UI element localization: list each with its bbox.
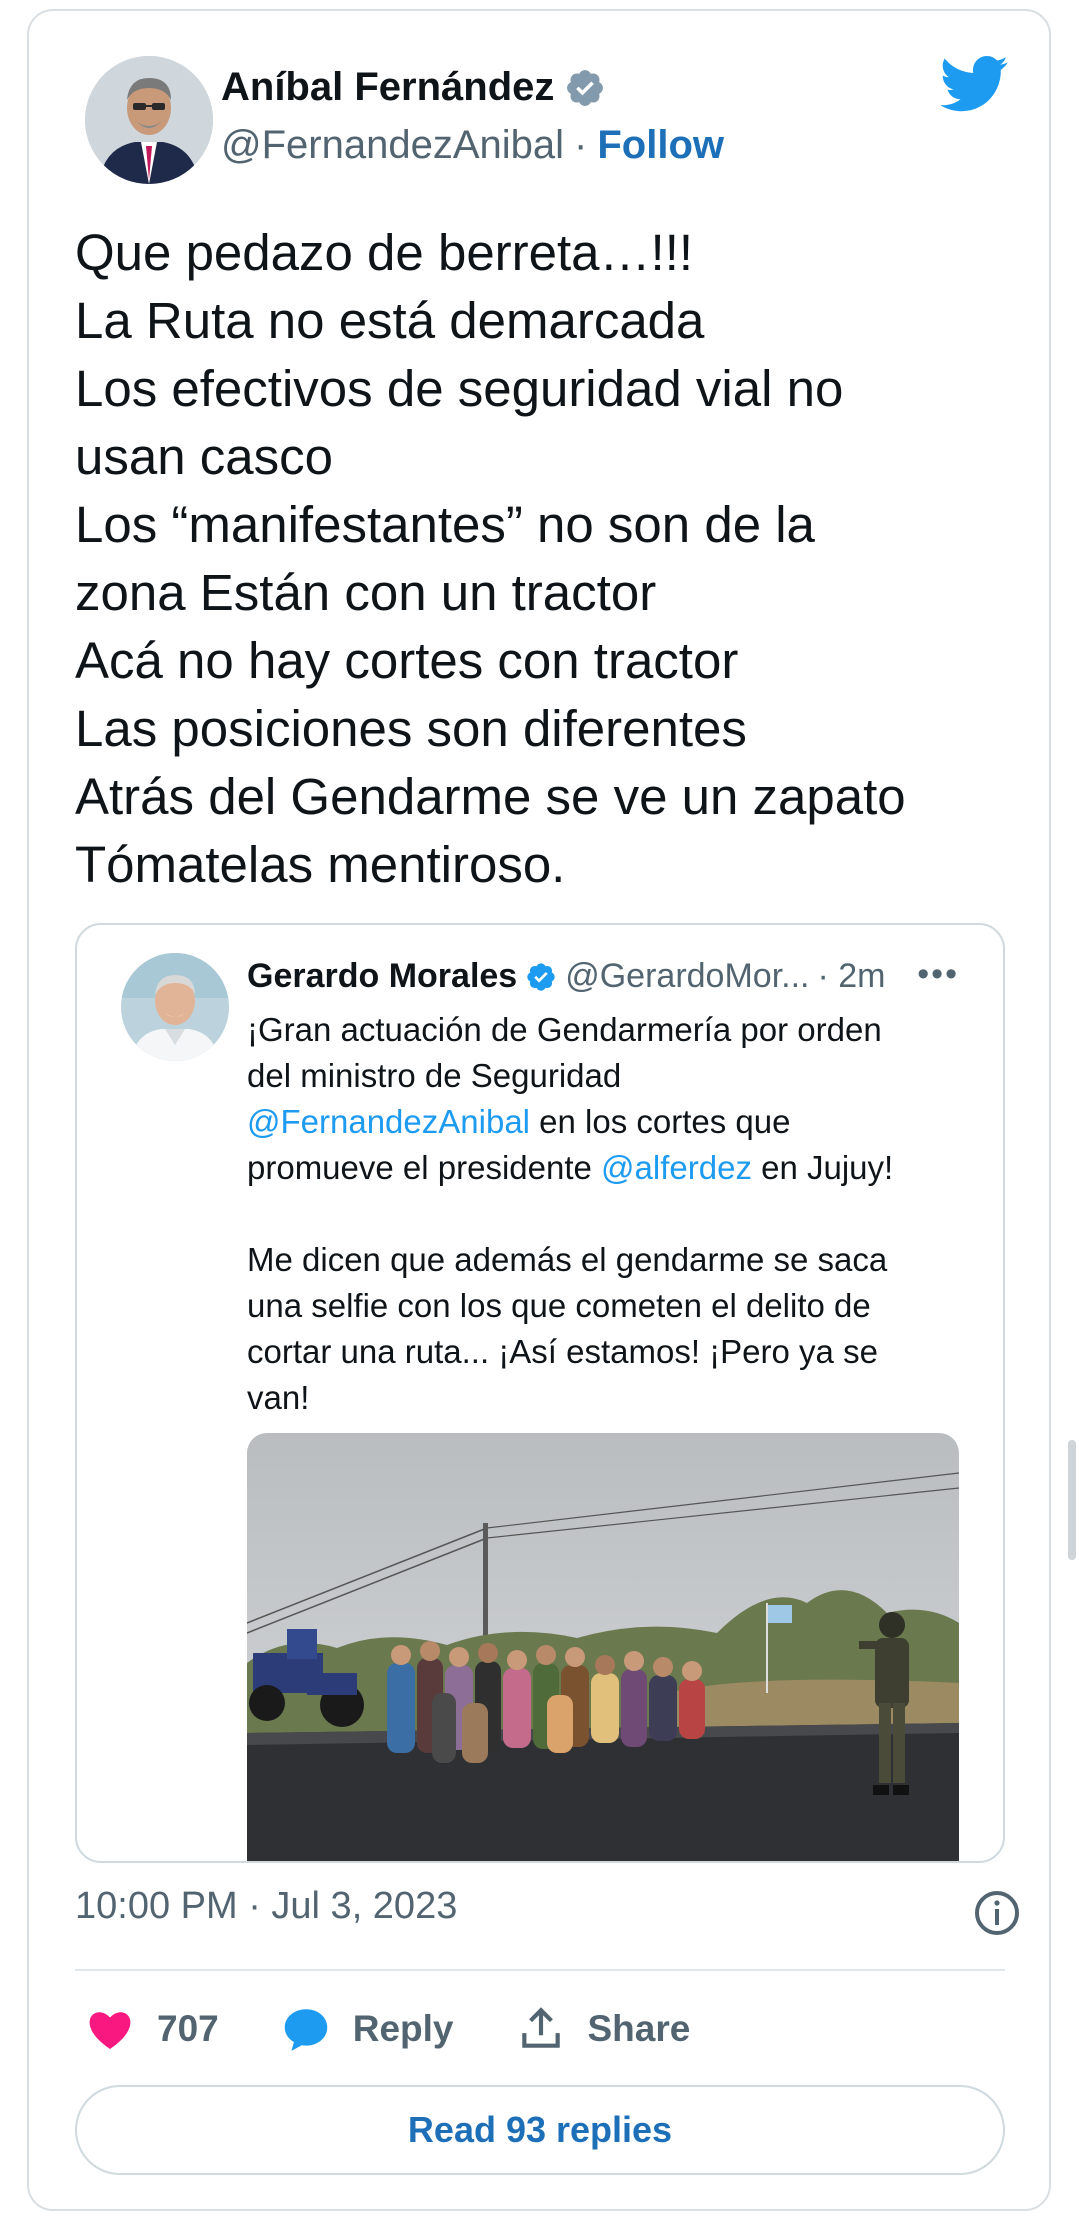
share-button[interactable]: Share (516, 2004, 691, 2054)
tweet-line: Los “manifestantes” no son de la (75, 496, 815, 553)
tweet-line: Acá no hay cortes con tractor (75, 632, 739, 689)
quoted-line: del ministro de Seguridad (247, 1057, 622, 1094)
quoted-line-text: promueve el presidente (247, 1149, 602, 1186)
quoted-text: ¡Gran actuación de Gendarmería por orden… (247, 1007, 967, 1421)
reply-button[interactable]: Reply (281, 2004, 454, 2054)
follow-button[interactable]: Follow (597, 123, 724, 168)
quoted-tweet[interactable]: Gerardo Morales @GerardoMor... · 2m ••• … (75, 923, 1005, 1863)
quoted-photo[interactable] (247, 1433, 959, 1861)
author-name-row[interactable]: Aníbal Fernández (221, 65, 606, 110)
author-name[interactable]: Aníbal Fernández (221, 65, 554, 110)
quoted-header: Gerardo Morales @GerardoMor... · 2m (247, 957, 885, 996)
heart-icon (89, 2012, 131, 2049)
tweet-text: Que pedazo de berreta…!!! La Ruta no est… (75, 219, 1035, 899)
like-count: 707 (157, 2008, 219, 2049)
quoted-line-text: en los cortes que (530, 1103, 791, 1140)
tweet-line: zona Están con un tractor (75, 564, 657, 621)
separator: · (574, 123, 588, 167)
quoted-line: cortar una ruta... ¡Así estamos! ¡Pero y… (247, 1333, 878, 1370)
tweet-timestamp[interactable]: 10:00 PM · Jul 3, 2023 (75, 1885, 457, 1928)
twitter-bird-icon[interactable] (941, 55, 1009, 113)
more-icon[interactable]: ••• (917, 955, 959, 994)
scrollbar-thumb[interactable] (1068, 1440, 1076, 1560)
tweet-line: Tómatelas mentiroso. (75, 836, 566, 893)
mention-link[interactable]: @FernandezAnibal (247, 1103, 530, 1140)
quoted-line-text: en Jujuy! (751, 1149, 894, 1186)
quoted-line: ¡Gran actuación de Gendarmería por orden (247, 1011, 882, 1048)
reply-bubble-icon (284, 2009, 327, 2051)
quoted-author-name[interactable]: Gerardo Morales (247, 957, 517, 996)
info-icon[interactable] (973, 1889, 1021, 1937)
author-avatar[interactable] (85, 56, 213, 184)
tweet-line: Los efectivos de seguridad vial no (75, 360, 844, 417)
quoted-time: · 2m (817, 957, 886, 995)
tweet-line: usan casco (75, 428, 333, 485)
action-bar: 707 Reply Share (85, 2001, 752, 2057)
share-icon (521, 2007, 560, 2048)
verified-icon (527, 962, 555, 991)
quoted-line: Me dicen que además el gendarme se saca (247, 1241, 888, 1278)
quoted-author-handle[interactable]: @GerardoMor... (565, 957, 809, 996)
quoted-author-avatar[interactable] (121, 953, 229, 1061)
divider (75, 1969, 1005, 1971)
quoted-line: @FernandezAnibal en los cortes que (247, 1099, 967, 1145)
quoted-line: una selfie con los que cometen el delito… (247, 1287, 871, 1324)
quoted-line: van! (247, 1379, 310, 1416)
verified-icon (567, 69, 604, 106)
tweet-embed-card: Aníbal Fernández @FernandezAnibal · Foll… (27, 9, 1051, 2211)
author-handle[interactable]: @FernandezAnibal (221, 123, 564, 168)
tweet-line: La Ruta no está demarcada (75, 292, 705, 349)
handle-row: @FernandezAnibal · Follow (221, 123, 724, 168)
reply-label: Reply (352, 2008, 454, 2049)
tweet-line: Las posiciones son diferentes (75, 700, 747, 757)
share-label: Share (587, 2008, 691, 2049)
mention-link[interactable]: @alferdez (601, 1149, 752, 1186)
tweet-line: Que pedazo de berreta…!!! (75, 224, 694, 281)
tweet-line: Atrás del Gendarme se ve un zapato (75, 768, 906, 825)
quoted-line: promueve el presidente @alferdez en Juju… (247, 1145, 967, 1191)
like-button[interactable]: 707 (85, 2004, 219, 2054)
read-replies-button[interactable]: Read 93 replies (75, 2085, 1005, 2175)
